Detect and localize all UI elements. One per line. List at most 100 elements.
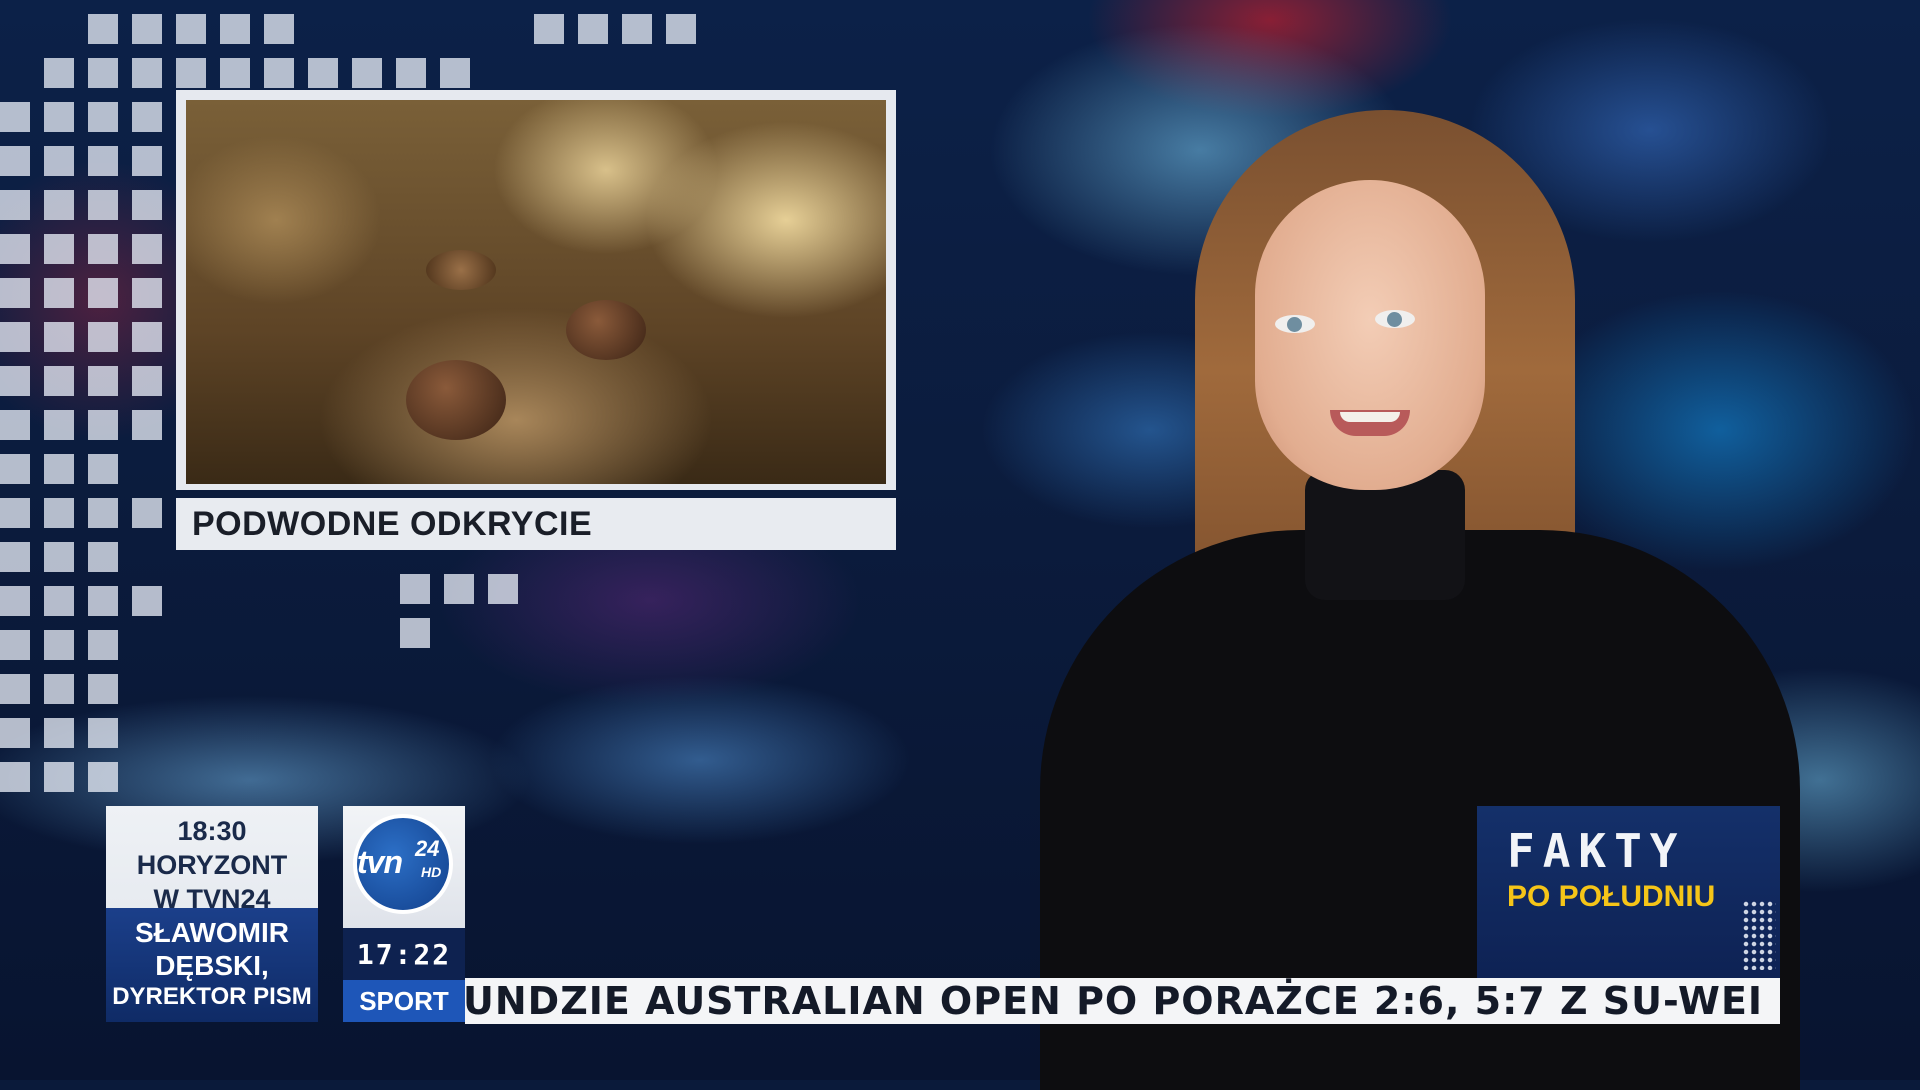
decorative-square bbox=[0, 410, 30, 440]
pottery-vessel bbox=[406, 360, 506, 440]
decorative-square bbox=[88, 234, 118, 264]
decorative-square bbox=[44, 454, 74, 484]
decorative-square bbox=[132, 14, 162, 44]
decorative-square bbox=[176, 58, 206, 88]
decorative-square bbox=[132, 146, 162, 176]
inset-video-frame bbox=[176, 90, 896, 490]
decorative-square bbox=[132, 102, 162, 132]
decorative-square bbox=[88, 674, 118, 704]
show-logo-dots bbox=[1742, 900, 1776, 970]
decorative-square bbox=[44, 234, 74, 264]
decorative-square bbox=[0, 278, 30, 308]
decorative-square bbox=[88, 278, 118, 308]
decorative-square bbox=[88, 762, 118, 792]
program-time: 18:30 bbox=[177, 816, 247, 846]
decorative-square bbox=[44, 586, 74, 616]
decorative-square bbox=[132, 410, 162, 440]
show-logo: FAKTY PO POŁUDNIU bbox=[1477, 806, 1780, 978]
decorative-square bbox=[88, 146, 118, 176]
decorative-square bbox=[308, 58, 338, 88]
decorative-square bbox=[88, 322, 118, 352]
inset-caption: PODWODNE ODKRYCIE bbox=[176, 498, 896, 550]
decorative-square bbox=[132, 498, 162, 528]
decorative-square bbox=[0, 322, 30, 352]
anchor-eye-right bbox=[1375, 310, 1415, 328]
guest-role: DYREKTOR PISM bbox=[112, 983, 312, 1010]
decorative-square bbox=[0, 146, 30, 176]
decorative-square bbox=[666, 14, 696, 44]
decorative-square bbox=[132, 190, 162, 220]
pottery-fragment bbox=[426, 250, 496, 290]
guest-name-line2: DĘBSKI, bbox=[155, 950, 269, 981]
decorative-square bbox=[132, 322, 162, 352]
section-tag: SPORT bbox=[343, 980, 465, 1022]
decorative-square bbox=[132, 278, 162, 308]
clock: 17:22 bbox=[343, 928, 465, 980]
decorative-square bbox=[88, 410, 118, 440]
decorative-square bbox=[0, 542, 30, 572]
decorative-square bbox=[0, 674, 30, 704]
decorative-square bbox=[44, 278, 74, 308]
decorative-square bbox=[44, 762, 74, 792]
decorative-square bbox=[132, 586, 162, 616]
upcoming-program-box: 18:30 HORYZONT W TVN24 SŁAWOMIR DĘBSKI, … bbox=[106, 806, 318, 1022]
decorative-square bbox=[0, 190, 30, 220]
decorative-square bbox=[44, 718, 74, 748]
decorative-square bbox=[0, 586, 30, 616]
decorative-square bbox=[400, 574, 430, 604]
show-logo-title: FAKTY bbox=[1507, 824, 1686, 878]
decorative-square bbox=[396, 58, 426, 88]
decorative-square bbox=[0, 454, 30, 484]
decorative-square bbox=[176, 14, 206, 44]
decorative-square bbox=[88, 190, 118, 220]
decorative-square bbox=[88, 454, 118, 484]
decorative-square bbox=[44, 542, 74, 572]
decorative-square bbox=[88, 14, 118, 44]
pottery-vessel bbox=[566, 300, 646, 360]
program-name-line1: HORYZONT bbox=[136, 850, 288, 880]
decorative-square bbox=[220, 58, 250, 88]
decorative-square bbox=[534, 14, 564, 44]
tvn24-logo: tvn 24 HD bbox=[343, 806, 465, 928]
show-logo-subtitle: PO POŁUDNIU bbox=[1507, 880, 1716, 913]
decorative-square bbox=[220, 14, 250, 44]
decorative-square bbox=[352, 58, 382, 88]
decorative-square bbox=[44, 102, 74, 132]
decorative-square bbox=[488, 574, 518, 604]
decorative-square bbox=[622, 14, 652, 44]
decorative-square bbox=[132, 234, 162, 264]
decorative-square bbox=[88, 542, 118, 572]
ticker-text: UNDZIE AUSTRALIAN OPEN PO PORAŻCE 2:6, 5… bbox=[465, 979, 1780, 1023]
tvn24-logo-text: tvn bbox=[357, 844, 403, 880]
decorative-square bbox=[0, 498, 30, 528]
decorative-square bbox=[0, 718, 30, 748]
decorative-square bbox=[44, 146, 74, 176]
decorative-square bbox=[44, 190, 74, 220]
anchor-eye-left bbox=[1275, 315, 1315, 333]
decorative-square bbox=[88, 102, 118, 132]
decorative-square bbox=[44, 58, 74, 88]
decorative-square bbox=[400, 618, 430, 648]
guest-name-line1: SŁAWOMIR bbox=[135, 917, 289, 948]
tvn24-logo-hd: HD bbox=[421, 864, 442, 880]
decorative-square bbox=[0, 630, 30, 660]
decorative-square bbox=[264, 14, 294, 44]
decorative-square bbox=[132, 58, 162, 88]
decorative-square bbox=[0, 102, 30, 132]
decorative-square bbox=[44, 410, 74, 440]
decorative-square bbox=[44, 322, 74, 352]
decorative-square bbox=[88, 630, 118, 660]
decorative-square bbox=[44, 498, 74, 528]
decorative-square bbox=[88, 586, 118, 616]
decorative-square bbox=[440, 58, 470, 88]
decorative-square bbox=[88, 58, 118, 88]
tvn24-logo-number: 24 bbox=[415, 836, 440, 861]
decorative-square bbox=[88, 498, 118, 528]
decorative-square bbox=[0, 234, 30, 264]
decorative-square bbox=[264, 58, 294, 88]
decorative-square bbox=[44, 674, 74, 704]
news-ticker: UNDZIE AUSTRALIAN OPEN PO PORAŻCE 2:6, 5… bbox=[465, 978, 1780, 1024]
decorative-square bbox=[88, 718, 118, 748]
decorative-square bbox=[578, 14, 608, 44]
decorative-square bbox=[44, 366, 74, 396]
